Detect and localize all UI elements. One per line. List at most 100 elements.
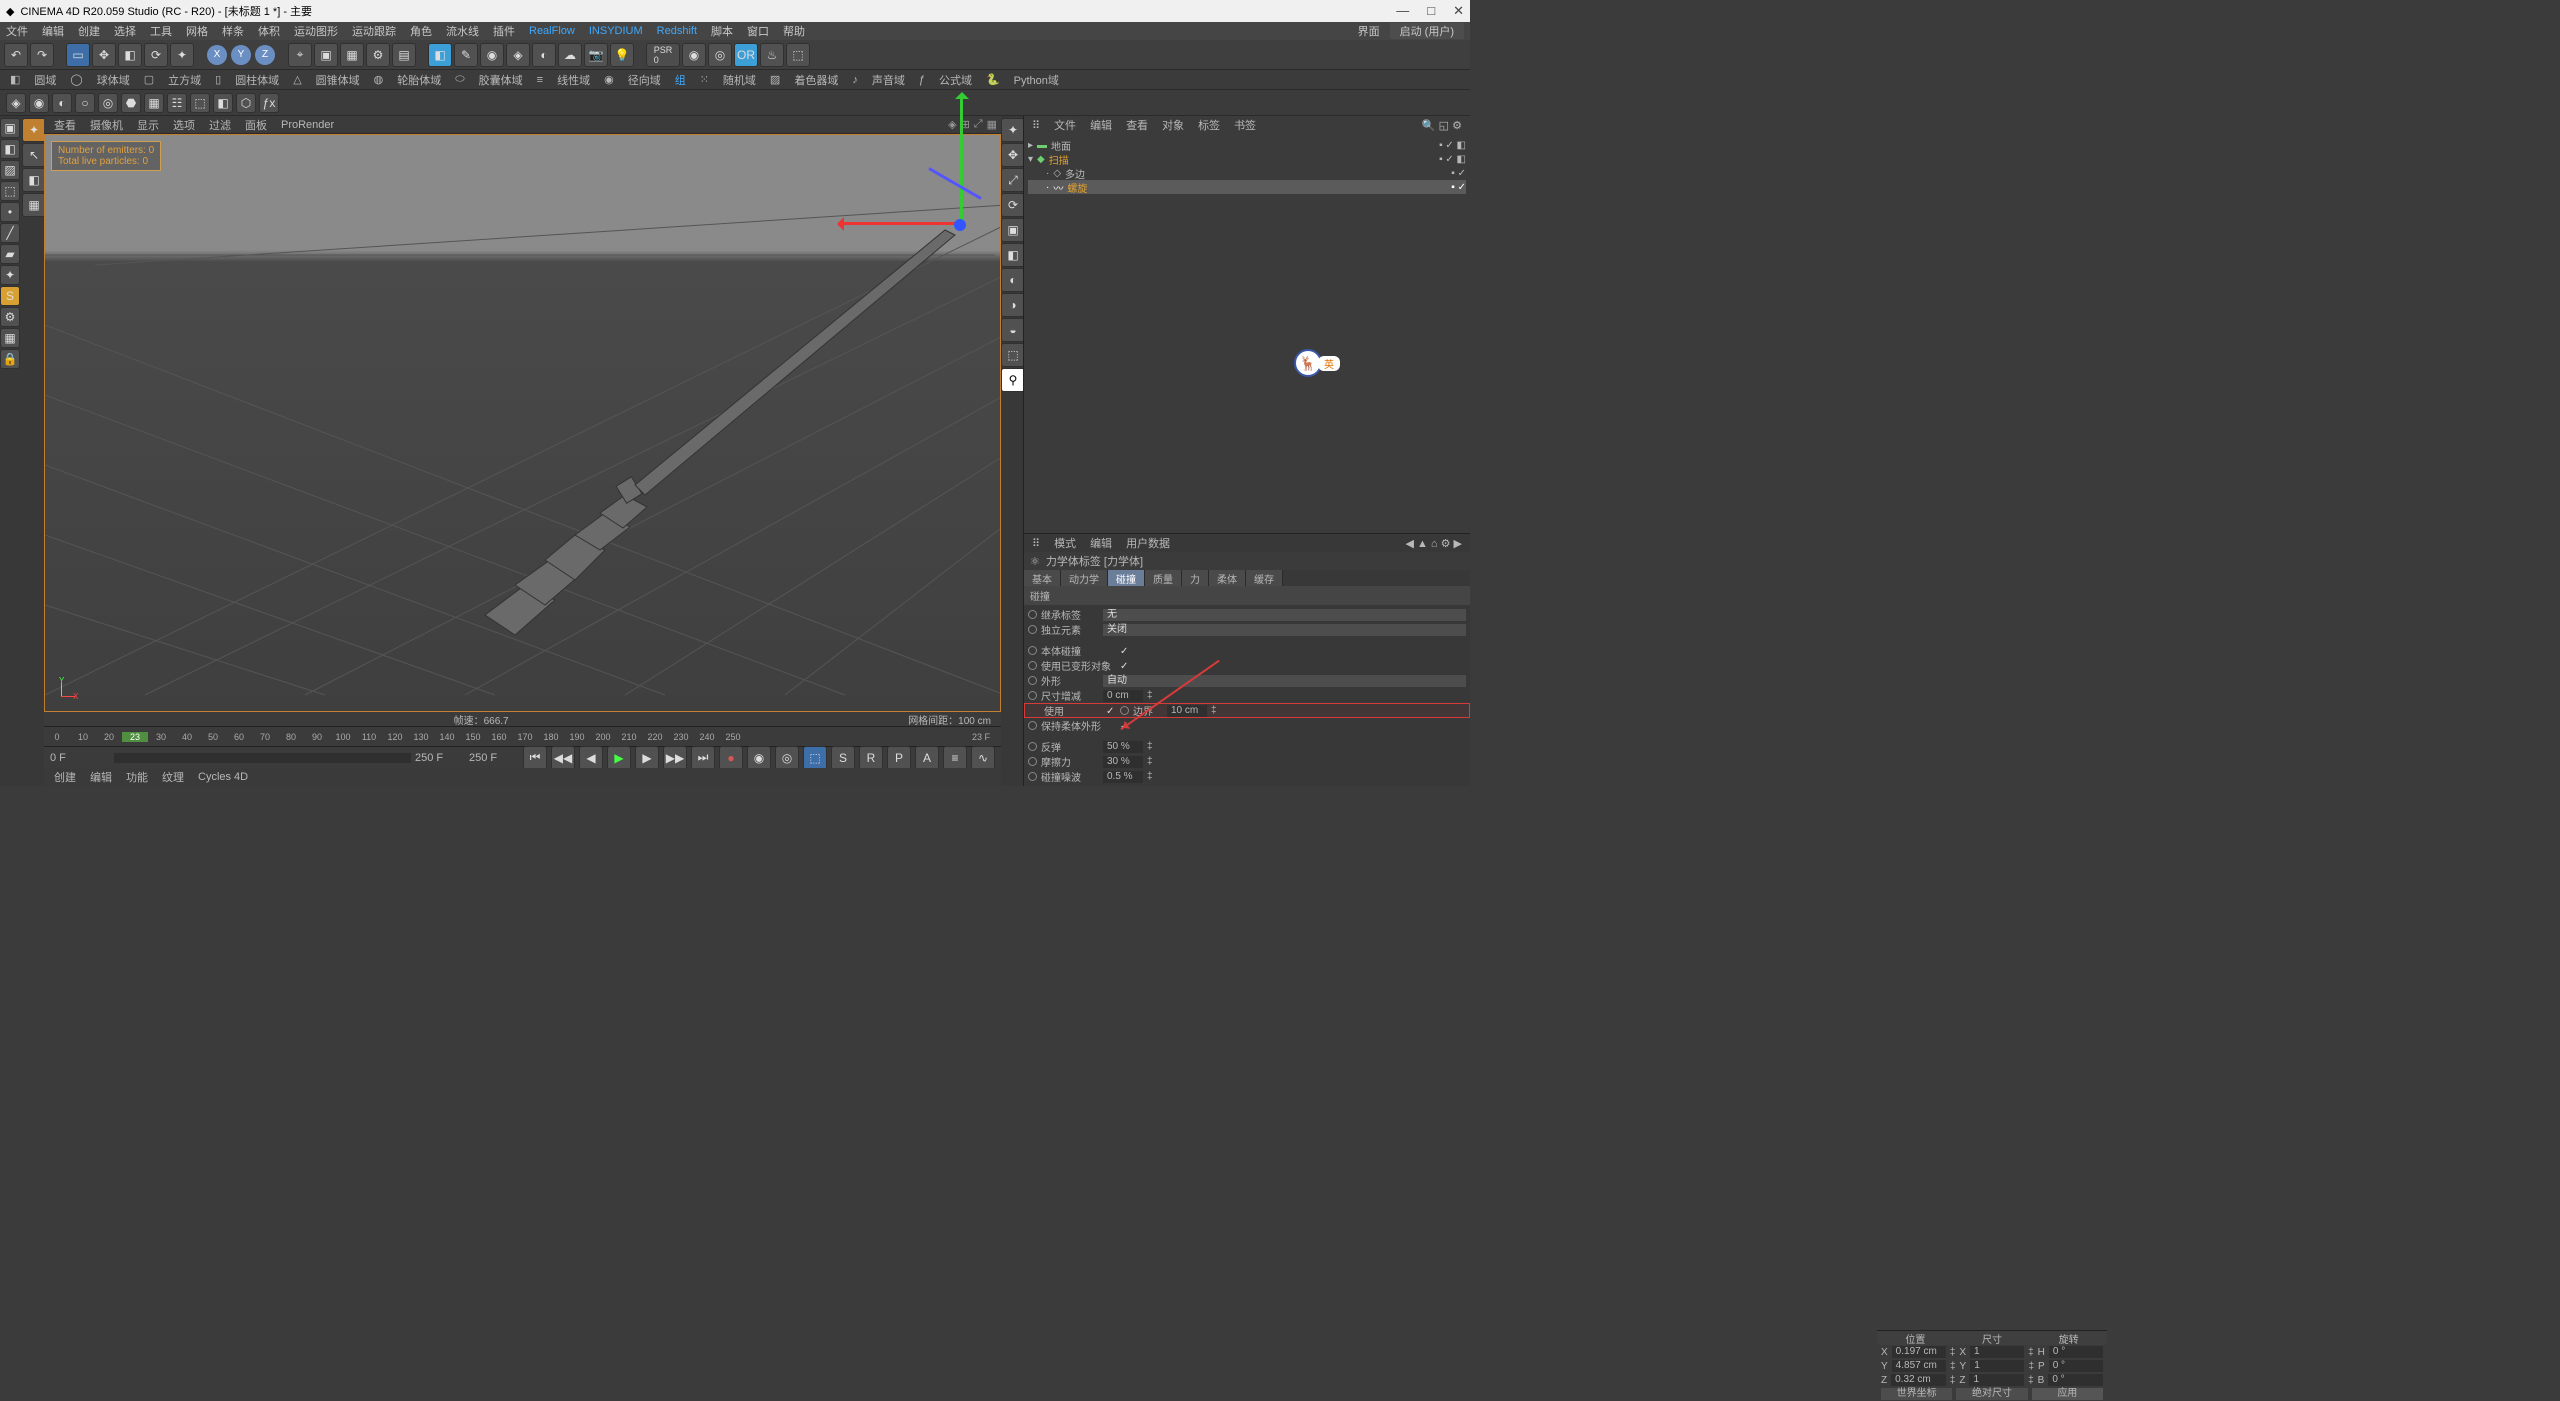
step-back[interactable]: ◀◀: [551, 746, 575, 770]
goto-start[interactable]: ⏮: [523, 746, 547, 770]
play-button[interactable]: ▶: [607, 746, 631, 770]
field-random[interactable]: 随机域: [723, 72, 756, 88]
field-linear[interactable]: 线性域: [557, 72, 590, 88]
hier-item-helix[interactable]: ·〰螺旋▪ ✓: [1028, 180, 1466, 194]
axis-z-toggle[interactable]: Z: [255, 45, 275, 65]
obj-edit[interactable]: 编辑: [1090, 117, 1112, 133]
ime-badge[interactable]: 🦌英: [1294, 349, 1340, 377]
vp-options[interactable]: 选项: [173, 117, 195, 133]
axis-y-toggle[interactable]: Y: [231, 45, 251, 65]
select-tool[interactable]: ▭: [66, 43, 90, 67]
field-sphere[interactable]: 圆域: [34, 72, 56, 88]
psr-button[interactable]: PSR0: [646, 43, 680, 67]
field-capsule[interactable]: 胶囊体域: [479, 72, 523, 88]
attr-userdata[interactable]: 用户数据: [1126, 535, 1170, 551]
nurbs-button[interactable]: ◉: [480, 43, 504, 67]
play-slider[interactable]: [114, 753, 411, 763]
atab-dynamics[interactable]: 动力学: [1061, 570, 1108, 586]
rotate-tool[interactable]: ⟳: [144, 43, 168, 67]
menu-window[interactable]: 窗口: [747, 23, 769, 39]
tool8-button[interactable]: ♨: [760, 43, 784, 67]
close-button[interactable]: ✕: [1453, 3, 1464, 19]
nav7[interactable]: ◐: [1001, 268, 1025, 292]
rot-h[interactable]: 0 °: [2049, 1346, 2103, 1358]
field-shader[interactable]: 着色器域: [794, 72, 838, 88]
field-group[interactable]: 组: [675, 72, 686, 88]
nav2[interactable]: ✥: [1001, 143, 1025, 167]
menu-spline[interactable]: 样条: [222, 23, 244, 39]
filter1[interactable]: ✦: [22, 118, 46, 142]
fcurve-open[interactable]: ∿: [971, 746, 995, 770]
workplane-mode[interactable]: ⬚: [0, 181, 20, 201]
viewport[interactable]: Number of emitters: 0 Total live particl…: [44, 134, 1001, 712]
ir3[interactable]: ◐: [52, 93, 72, 113]
model-mode[interactable]: ◧: [0, 139, 20, 159]
scale-tool[interactable]: ◧: [118, 43, 142, 67]
field-ball[interactable]: 球体域: [97, 72, 130, 88]
attr-edit[interactable]: 编辑: [1090, 535, 1112, 551]
field-radial[interactable]: 径向域: [628, 72, 661, 88]
undo-button[interactable]: ↶: [4, 43, 28, 67]
axis-x-toggle[interactable]: X: [207, 45, 227, 65]
menu-file[interactable]: 文件: [6, 23, 28, 39]
record-button[interactable]: ●: [719, 746, 743, 770]
ir10[interactable]: ◧: [213, 93, 233, 113]
pos-x[interactable]: 0.197 cm: [1892, 1346, 1946, 1358]
vp-icon4[interactable]: ▦: [987, 118, 997, 131]
pos-y[interactable]: 4.857 cm: [1892, 1360, 1946, 1372]
filter4[interactable]: ▦: [22, 193, 46, 217]
ir11[interactable]: ⬡: [236, 93, 256, 113]
environment-button[interactable]: ☁: [558, 43, 582, 67]
menu-character[interactable]: 角色: [410, 23, 432, 39]
friction-field[interactable]: 30 %: [1103, 756, 1143, 768]
nav1[interactable]: ✦: [1001, 118, 1025, 142]
hier-item-poly[interactable]: ·◇多边▪ ✓: [1028, 166, 1466, 180]
coord-sys-button[interactable]: ⌖: [288, 43, 312, 67]
coord-sys-select[interactable]: 世界坐标: [1881, 1388, 1952, 1400]
maximize-button[interactable]: □: [1427, 3, 1435, 19]
menu-realflow[interactable]: RealFlow: [529, 25, 575, 37]
atab-collision[interactable]: 碰撞: [1108, 570, 1145, 586]
timeline-open[interactable]: ≡: [943, 746, 967, 770]
margin-field[interactable]: 10 cm: [1167, 705, 1207, 717]
menu-mograph[interactable]: 运动图形: [294, 23, 338, 39]
size-y[interactable]: 1: [1970, 1360, 2024, 1372]
nav5[interactable]: ▣: [1001, 218, 1025, 242]
primitive-cube-button[interactable]: ◧: [428, 43, 452, 67]
size-z[interactable]: 1: [1969, 1374, 2024, 1386]
ir1[interactable]: ◈: [6, 93, 26, 113]
vp-view[interactable]: 查看: [54, 117, 76, 133]
atab-cache[interactable]: 缓存: [1246, 570, 1283, 586]
mat-create[interactable]: 创建: [54, 769, 76, 785]
menu-plugins[interactable]: 插件: [493, 23, 515, 39]
ir7[interactable]: ▦: [144, 93, 164, 113]
atab-softbody[interactable]: 柔体: [1209, 570, 1246, 586]
key-rot[interactable]: R: [859, 746, 883, 770]
indep-select[interactable]: 关闭: [1103, 624, 1466, 636]
move-tool[interactable]: ✥: [92, 43, 116, 67]
nav6[interactable]: ◧: [1001, 243, 1025, 267]
menu-mesh[interactable]: 网格: [186, 23, 208, 39]
menu-help[interactable]: 帮助: [783, 23, 805, 39]
rot-p[interactable]: 0 °: [2049, 1360, 2103, 1372]
sizeinc-field[interactable]: 0 cm: [1103, 690, 1143, 702]
ir9[interactable]: ⬚: [190, 93, 210, 113]
menu-redshift[interactable]: Redshift: [657, 25, 697, 37]
obj-bookmarks[interactable]: 书签: [1234, 117, 1256, 133]
nav4[interactable]: ⟳: [1001, 193, 1025, 217]
nav3[interactable]: ⤢: [1001, 168, 1025, 192]
ir8[interactable]: ☷: [167, 93, 187, 113]
field-sound[interactable]: 声音域: [872, 72, 905, 88]
atab-mass[interactable]: 质量: [1145, 570, 1182, 586]
light-button[interactable]: 💡: [610, 43, 634, 67]
menu-tracking[interactable]: 运动跟踪: [352, 23, 396, 39]
render-view-button[interactable]: ▣: [314, 43, 338, 67]
field-cube[interactable]: 立方域: [168, 72, 201, 88]
nav10[interactable]: ⬚: [1001, 343, 1025, 367]
workplane[interactable]: ▦: [0, 328, 20, 348]
filter3[interactable]: ◧: [22, 168, 46, 192]
vp-camera[interactable]: 摄像机: [90, 117, 123, 133]
vp-icon3[interactable]: ⤢: [974, 118, 983, 131]
minimize-button[interactable]: —: [1396, 3, 1409, 19]
obj-objects[interactable]: 对象: [1162, 117, 1184, 133]
